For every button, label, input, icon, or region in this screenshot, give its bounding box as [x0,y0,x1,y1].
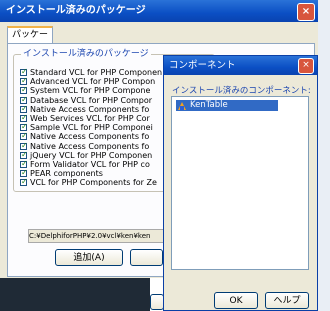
group-label: インストール済みのパッケージ [21,49,151,59]
window-title: インストール済みのパッケージ [6,5,146,16]
list-item[interactable]: Native Access Components fo [20,104,168,114]
package-checkbox[interactable] [20,76,28,86]
list-item[interactable]: Standard VCL for PHP Componen [20,68,168,77]
package-label: Database VCL for PHP Compor [30,95,153,105]
list-item[interactable]: VCL for PHP Components for Ze [20,177,168,186]
package-label: VCL for PHP Components for Ze [30,178,157,186]
list-item[interactable]: Advanced VCL for PHP Compon [20,76,168,87]
ok-button[interactable]: OK [214,292,258,309]
list-item[interactable]: jQuery VCL for PHP Componen [20,150,168,160]
close-icon[interactable]: × [297,3,315,21]
component-name: KenTable [190,100,228,110]
package-label: Native Access Components fo [30,141,150,151]
list-item[interactable]: Native Access Components fo [20,141,168,151]
package-label: Advanced VCL for PHP Compon [30,77,156,87]
hidden-button-partial[interactable] [150,294,164,310]
list-item[interactable]: Sample VCL for PHP Componei [20,122,168,133]
package-checkbox[interactable] [20,150,28,159]
package-label: Form Validator VCL for PHP co [30,159,150,169]
package-label: Standard VCL for PHP Componen [30,68,163,78]
dialog-close-icon[interactable]: × [298,58,314,74]
package-label: Native Access Components fo [30,104,150,114]
package-checkbox[interactable] [20,68,28,77]
list-item[interactable]: Web Services VCL for PHP Cor [20,113,168,124]
package-checkbox[interactable] [20,141,28,150]
dialog-titlebar[interactable]: コンポーネント × [164,56,317,75]
components-list[interactable]: KenTable [171,96,309,270]
list-item[interactable]: Form Validator VCL for PHP co [20,159,168,169]
package-label: PEAR components [30,169,103,179]
remove-button-partial[interactable] [130,249,163,266]
components-dialog: コンポーネント × インストール済みのコンポーネント: KenTable OK … [163,55,318,311]
tab-packages[interactable]: パッケージ [7,26,53,54]
package-path-field: C:¥DelphiforPHP¥2.0¥vcl¥ken¥ken [28,229,167,243]
package-checkbox[interactable] [20,131,28,141]
components-list-label: インストール済みのコンポーネント: [172,86,311,96]
package-label: System VCL for PHP Compone [30,86,151,96]
taskbar-strip [0,278,150,311]
component-icon [178,101,186,110]
add-button[interactable]: 追加(A) [55,249,123,266]
list-item[interactable]: PEAR components [20,168,168,179]
package-checkbox[interactable] [20,104,28,113]
package-label: Native Access Components fo [30,132,150,142]
list-item[interactable]: KenTable [176,100,278,111]
package-label: jQuery VCL for PHP Componen [30,150,153,160]
help-button[interactable]: ヘルプ [265,292,309,309]
window-titlebar[interactable]: インストール済みのパッケージ × [0,0,318,22]
package-checkbox[interactable] [20,168,28,178]
package-checkbox[interactable] [20,159,28,168]
package-checkbox[interactable] [20,95,28,104]
package-checkbox[interactable] [20,113,28,123]
background-window-edge [318,0,330,311]
list-item[interactable]: Database VCL for PHP Compor [20,95,168,105]
package-list[interactable]: Standard VCL for PHP ComponenAdvanced VC… [20,68,168,186]
package-checkbox[interactable] [20,177,28,186]
list-item[interactable]: Native Access Components fo [20,131,168,142]
dialog-title: コンポーネント [169,60,236,71]
package-label: Web Services VCL for PHP Cor [30,114,150,124]
package-checkbox[interactable] [20,85,28,95]
package-checkbox[interactable] [20,122,28,132]
list-item[interactable]: System VCL for PHP Compone [20,85,168,96]
package-label: Sample VCL for PHP Componei [30,123,153,133]
